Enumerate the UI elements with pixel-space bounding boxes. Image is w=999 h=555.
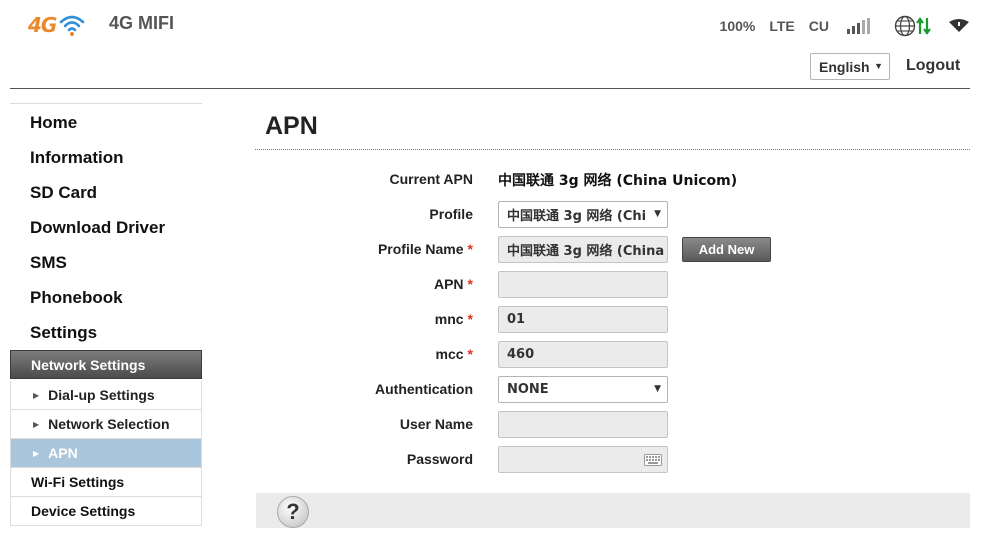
apn-label: APN *: [433, 276, 473, 292]
mcc-value: 460: [507, 347, 535, 362]
apn-field[interactable]: [498, 271, 668, 298]
sidebar-item-device-settings[interactable]: Device Settings: [10, 497, 202, 526]
authentication-select-value: NONE: [507, 382, 549, 397]
logo-wifi-icon: [60, 15, 85, 36]
authentication-label: Authentication: [375, 381, 473, 397]
profile-select-value: 中国联通 3g 网络 (Chi: [507, 209, 647, 224]
profile-name-label: Profile Name *: [377, 241, 473, 257]
title-divider: [255, 149, 970, 150]
authentication-select[interactable]: NONE ▼: [498, 376, 668, 403]
mnc-value: 01: [507, 312, 526, 327]
mnc-label: mnc *: [434, 311, 473, 327]
current-apn-label: Current APN: [389, 171, 474, 187]
network-type: LTE: [769, 18, 795, 34]
sidebar-subitem-network-selection[interactable]: ▶ Network Selection: [10, 410, 202, 439]
signal-bars-icon: [847, 18, 872, 34]
required-mark: *: [467, 346, 473, 362]
sidebar-subitem-label: Network Selection: [48, 416, 170, 432]
sidebar-item-wifi-settings[interactable]: Wi-Fi Settings: [10, 468, 202, 497]
current-apn-value: 中国联通 3g 网络 (China Unicom): [498, 173, 738, 189]
header-divider: [10, 88, 970, 89]
sidebar-item-information[interactable]: Information: [30, 148, 124, 168]
globe-icon: [894, 15, 916, 37]
password-field[interactable]: [498, 446, 668, 473]
mcc-field[interactable]: 460: [498, 341, 668, 368]
chevron-down-icon: ▼: [874, 61, 883, 71]
sidebar-item-sd-card[interactable]: SD Card: [30, 183, 97, 203]
chevron-down-icon: ▼: [654, 384, 661, 394]
add-new-button[interactable]: Add New: [682, 237, 771, 262]
sidebar-subitem-label: APN: [48, 445, 78, 461]
wifi-icon: [949, 19, 969, 32]
battery-level: 100%: [719, 18, 756, 34]
profile-select[interactable]: 中国联通 3g 网络 (Chi ▼: [498, 201, 668, 228]
required-mark: *: [467, 311, 473, 327]
mnc-field[interactable]: 01: [498, 306, 668, 333]
profile-name-value: 中国联通 3g 网络 (China: [507, 244, 665, 259]
help-icon[interactable]: ?: [277, 496, 309, 528]
sidebar-divider: [10, 103, 202, 104]
profile-name-field[interactable]: 中国联通 3g 网络 (China: [498, 236, 668, 263]
profile-label: Profile: [429, 206, 473, 222]
language-select[interactable]: English ▼: [810, 53, 890, 80]
sidebar-item-phonebook[interactable]: Phonebook: [30, 288, 123, 308]
caret-right-icon: ▶: [33, 419, 40, 429]
sidebar-item-settings[interactable]: Settings: [30, 323, 97, 343]
sidebar-subitem-apn[interactable]: ▶ APN: [10, 439, 202, 468]
mcc-label: mcc *: [435, 346, 473, 362]
sidebar-item-download-driver[interactable]: Download Driver: [30, 218, 165, 238]
username-label: User Name: [399, 416, 473, 432]
password-label: Password: [406, 451, 473, 467]
logo-4g-text: 4G: [28, 13, 57, 37]
help-bar: [256, 493, 970, 528]
caret-right-icon: ▶: [33, 390, 40, 400]
sidebar-item-sms[interactable]: SMS: [30, 253, 67, 273]
keyboard-icon[interactable]: [644, 454, 662, 466]
required-mark: *: [467, 241, 473, 257]
logout-link[interactable]: Logout: [906, 57, 960, 75]
data-transfer-icon: [916, 17, 931, 35]
caret-right-icon: ▶: [33, 448, 40, 458]
page-title: APN: [265, 112, 318, 140]
chevron-down-icon: ▼: [654, 209, 661, 219]
status-bar: 100% LTE CU: [720, 13, 970, 39]
sidebar-subitem-dialup-settings[interactable]: ▶ Dial-up Settings: [10, 381, 202, 410]
logo: 4G: [28, 12, 86, 38]
sidebar-subitem-label: Dial-up Settings: [48, 387, 155, 403]
device-brand: 4G MIFI: [109, 13, 175, 33]
sidebar-item-home[interactable]: Home: [30, 113, 77, 133]
required-mark: *: [467, 276, 473, 292]
sidebar-item-network-settings[interactable]: Network Settings: [10, 350, 202, 379]
username-field[interactable]: [498, 411, 668, 438]
carrier-name: CU: [808, 18, 829, 34]
language-select-value: English: [819, 58, 870, 75]
